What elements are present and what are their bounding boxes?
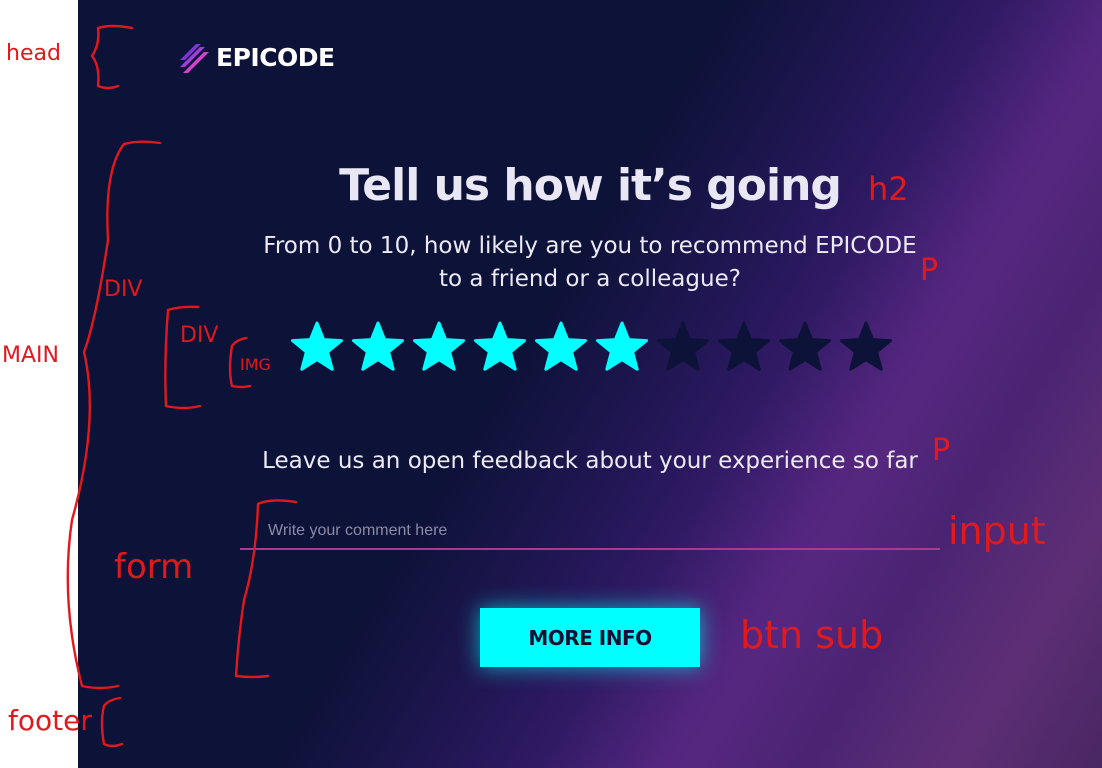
annotation-main: MAIN [2,343,59,368]
star-icon-filled[interactable] [290,320,344,374]
star-icon-filled[interactable] [595,320,649,374]
star-icon-filled[interactable] [534,320,588,374]
epicode-logo[interactable]: EPICODE [178,40,335,74]
more-info-button[interactable]: MORE INFO [480,608,700,667]
feedback-prompt: Leave us an open feedback about your exp… [262,448,918,474]
star-rating [290,320,900,374]
star-icon-empty[interactable] [717,320,771,374]
rating-question-line-2: to a friend or a colleague? [439,266,741,292]
star-icon-filled[interactable] [412,320,466,374]
page-title: Tell us how it’s going [339,160,842,211]
star-icon-empty[interactable] [778,320,832,374]
star-icon-filled[interactable] [351,320,405,374]
rating-question: From 0 to 10, how likely are you to reco… [258,230,922,296]
page-panel: EPICODE Tell us how it’s going From 0 to… [78,0,1102,768]
brand-name: EPICODE [216,42,335,72]
comment-input[interactable] [240,514,940,550]
star-icon-empty[interactable] [839,320,893,374]
annotation-head: head [6,41,61,66]
epicode-logo-icon [180,44,209,73]
star-icon-filled[interactable] [473,320,527,374]
star-icon-empty[interactable] [656,320,710,374]
rating-question-line-1: From 0 to 10, how likely are you to reco… [263,233,917,259]
